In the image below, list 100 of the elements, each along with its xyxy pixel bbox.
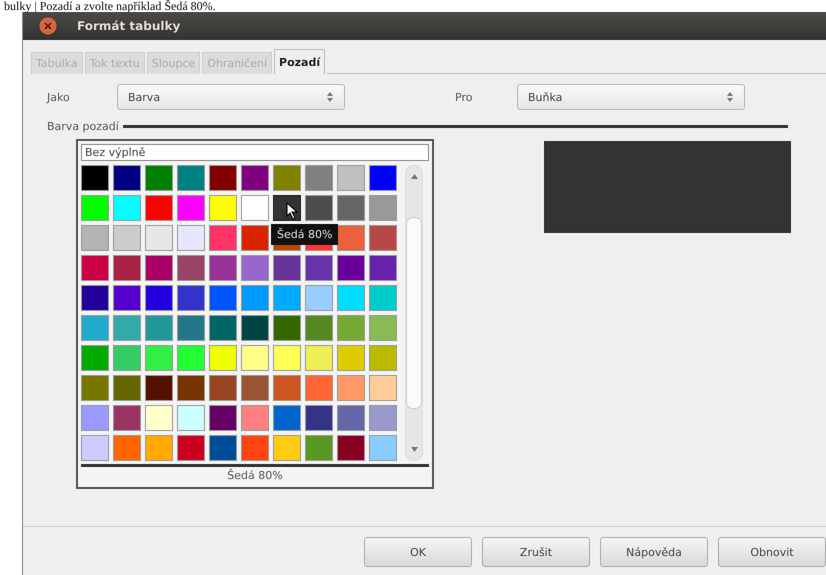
color-swatch[interactable] <box>113 165 141 191</box>
color-swatch[interactable] <box>113 255 141 281</box>
color-swatch[interactable] <box>369 405 397 431</box>
color-swatch[interactable] <box>305 255 333 281</box>
scroll-up-arrow-icon[interactable] <box>410 174 418 179</box>
color-swatch[interactable] <box>81 375 109 401</box>
color-swatch[interactable] <box>337 345 365 371</box>
color-swatch[interactable] <box>273 285 301 311</box>
color-swatch[interactable] <box>337 285 365 311</box>
color-swatch[interactable] <box>113 345 141 371</box>
color-swatch[interactable] <box>369 285 397 311</box>
color-swatch[interactable] <box>81 315 109 341</box>
target-dropdown[interactable]: Buňka <box>517 84 745 110</box>
color-swatch[interactable] <box>337 405 365 431</box>
color-swatch[interactable] <box>337 375 365 401</box>
color-swatch[interactable] <box>241 345 269 371</box>
color-swatch[interactable] <box>273 165 301 191</box>
color-swatch[interactable] <box>113 315 141 341</box>
color-swatch[interactable] <box>209 315 237 341</box>
color-swatch[interactable] <box>305 435 333 461</box>
color-swatch[interactable] <box>369 165 397 191</box>
color-swatch[interactable] <box>177 165 205 191</box>
color-swatch[interactable] <box>241 165 269 191</box>
color-swatch[interactable] <box>113 225 141 251</box>
color-swatch[interactable] <box>177 315 205 341</box>
no-fill-option[interactable]: Bez výplně <box>81 144 429 161</box>
color-swatch[interactable] <box>241 225 269 251</box>
color-swatch[interactable] <box>369 195 397 221</box>
close-icon[interactable] <box>39 17 57 35</box>
color-swatch[interactable] <box>145 165 173 191</box>
color-swatch[interactable] <box>209 435 237 461</box>
color-swatch[interactable] <box>273 345 301 371</box>
color-swatch[interactable] <box>337 195 365 221</box>
color-swatch[interactable] <box>337 255 365 281</box>
color-swatch[interactable] <box>241 315 269 341</box>
dialog-button[interactable]: Obnovit <box>718 537 826 567</box>
color-swatch[interactable] <box>369 315 397 341</box>
color-swatch[interactable] <box>113 435 141 461</box>
color-swatch[interactable] <box>209 345 237 371</box>
color-swatch[interactable] <box>273 435 301 461</box>
color-swatch[interactable] <box>273 375 301 401</box>
color-swatch[interactable] <box>177 375 205 401</box>
color-swatch[interactable] <box>305 165 333 191</box>
color-swatch[interactable] <box>273 405 301 431</box>
color-swatch[interactable] <box>113 195 141 221</box>
color-swatch[interactable] <box>177 285 205 311</box>
type-dropdown[interactable]: Barva <box>117 84 345 110</box>
color-swatch[interactable] <box>241 435 269 461</box>
color-swatch[interactable] <box>177 345 205 371</box>
color-swatch[interactable] <box>113 285 141 311</box>
color-swatch[interactable] <box>305 375 333 401</box>
color-swatch[interactable] <box>81 225 109 251</box>
color-swatch[interactable] <box>145 405 173 431</box>
color-swatch[interactable] <box>241 285 269 311</box>
color-swatch[interactable] <box>241 195 269 221</box>
color-swatch[interactable] <box>113 375 141 401</box>
color-swatch[interactable] <box>337 165 365 191</box>
color-swatch[interactable] <box>81 345 109 371</box>
color-swatch[interactable] <box>305 195 333 221</box>
dialog-button[interactable]: Zrušit <box>482 537 590 567</box>
color-swatch[interactable] <box>145 285 173 311</box>
scroll-thumb[interactable] <box>406 217 422 409</box>
color-swatch[interactable] <box>369 375 397 401</box>
color-swatch[interactable] <box>145 255 173 281</box>
color-swatch[interactable] <box>145 375 173 401</box>
color-swatch[interactable] <box>369 345 397 371</box>
color-swatch[interactable] <box>145 435 173 461</box>
color-swatch[interactable] <box>177 405 205 431</box>
color-swatch[interactable] <box>369 225 397 251</box>
color-swatch[interactable] <box>81 255 109 281</box>
color-swatch[interactable] <box>81 435 109 461</box>
color-swatch[interactable] <box>209 225 237 251</box>
color-swatch[interactable] <box>209 405 237 431</box>
color-swatch[interactable] <box>209 375 237 401</box>
color-swatch[interactable] <box>81 285 109 311</box>
color-swatch[interactable] <box>273 255 301 281</box>
color-swatch[interactable] <box>369 435 397 461</box>
dialog-button[interactable]: Nápověda <box>600 537 708 567</box>
dialog-button[interactable]: OK <box>364 537 472 567</box>
color-swatch[interactable] <box>113 405 141 431</box>
color-swatch[interactable] <box>145 315 173 341</box>
color-swatch[interactable] <box>177 435 205 461</box>
color-swatch[interactable] <box>177 255 205 281</box>
scroll-down-arrow-icon[interactable] <box>410 447 418 452</box>
color-swatch[interactable] <box>337 225 365 251</box>
color-swatch[interactable] <box>177 225 205 251</box>
color-swatch[interactable] <box>305 345 333 371</box>
color-swatch[interactable] <box>369 255 397 281</box>
color-swatch[interactable] <box>209 165 237 191</box>
color-swatch[interactable] <box>209 255 237 281</box>
color-swatch[interactable] <box>209 195 237 221</box>
color-swatch[interactable] <box>145 195 173 221</box>
color-swatch[interactable] <box>81 195 109 221</box>
tab[interactable]: Pozadí <box>274 49 326 74</box>
color-swatch[interactable] <box>145 225 173 251</box>
scrollbar[interactable] <box>405 165 423 461</box>
color-swatch[interactable] <box>241 405 269 431</box>
color-swatch[interactable] <box>241 255 269 281</box>
color-swatch[interactable] <box>209 285 237 311</box>
color-swatch[interactable] <box>305 315 333 341</box>
